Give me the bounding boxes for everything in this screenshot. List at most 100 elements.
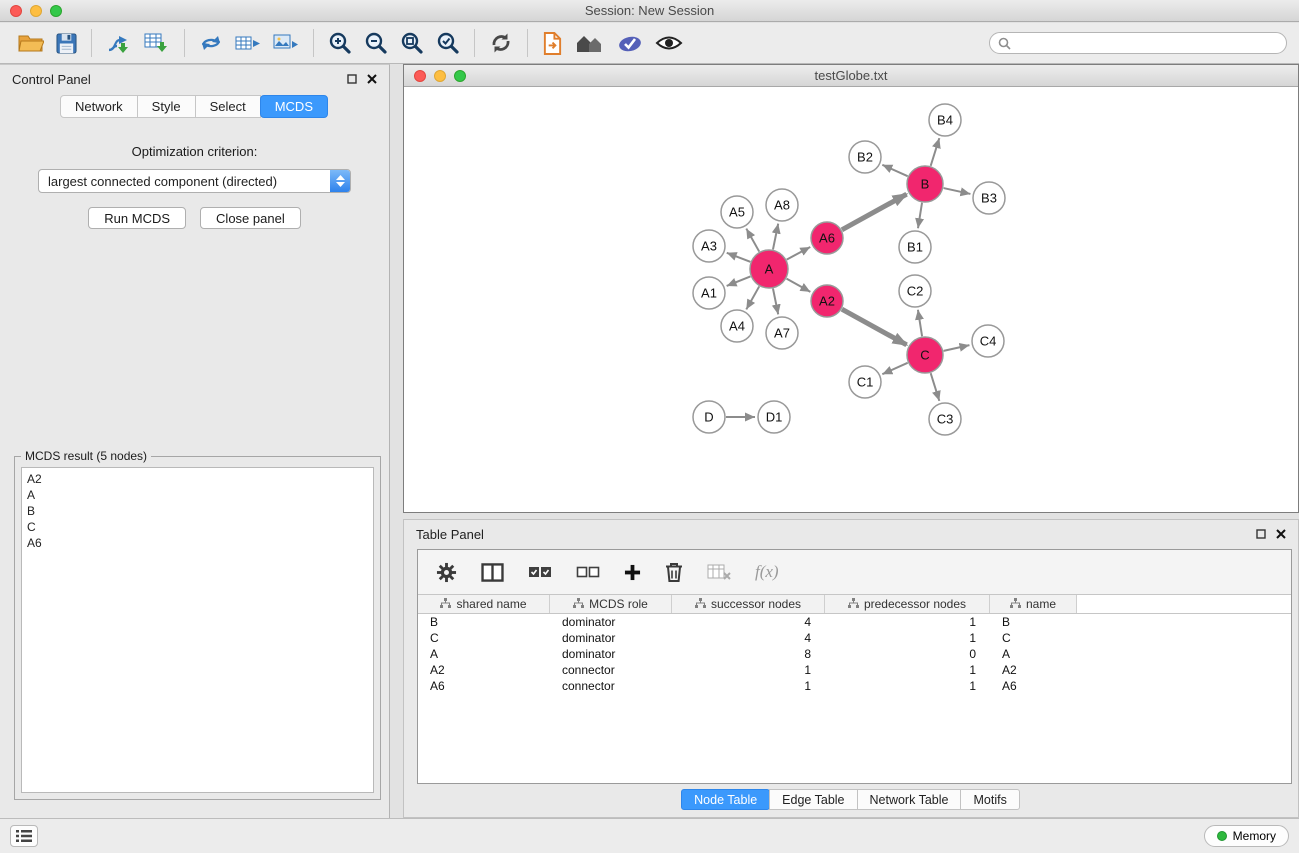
table-row[interactable]: A6connector11A6 [418, 678, 1291, 694]
column-header-successor-nodes[interactable]: successor nodes [672, 595, 825, 613]
edge-C-C2[interactable] [918, 310, 922, 336]
edge-A6-B[interactable] [842, 194, 907, 230]
column-header-name[interactable]: name [990, 595, 1077, 613]
search-box[interactable] [989, 32, 1287, 54]
style-check-button[interactable] [611, 29, 649, 57]
mcds-result-list[interactable]: A2ABCA6 [21, 467, 374, 793]
run-mcds-button[interactable]: Run MCDS [88, 207, 186, 229]
zoom-fit-button[interactable] [394, 28, 430, 58]
edge-A-A4[interactable] [746, 286, 759, 309]
edge-C-C3[interactable] [931, 373, 940, 401]
show-graphics-details-button[interactable] [649, 31, 689, 55]
network-canvas[interactable]: A A1 A2 A3 A4 A5 A6 A7 A8 B B1 B2 B3 B4 C C1 C2 C3 C4 D D1 [404, 88, 1298, 512]
zoom-window-button[interactable] [50, 5, 62, 17]
node-A4[interactable]: A4 [721, 310, 753, 342]
network-close-button[interactable] [414, 70, 426, 82]
home-button[interactable] [569, 29, 611, 57]
edge-B-B1[interactable] [918, 203, 922, 228]
tab-select[interactable]: Select [195, 95, 261, 118]
control-panel-close-icon[interactable] [367, 74, 377, 84]
zoom-out-button[interactable] [358, 28, 394, 58]
node-B1[interactable]: B1 [899, 231, 931, 263]
refresh-view-button[interactable] [483, 28, 519, 58]
node-B4[interactable]: B4 [929, 104, 961, 136]
show-columns-button[interactable] [479, 561, 506, 584]
table-row[interactable]: Bdominator41B [418, 614, 1291, 630]
tab-network-table[interactable]: Network Table [857, 789, 962, 810]
node-B2[interactable]: B2 [849, 141, 881, 173]
edge-A-A2[interactable] [787, 279, 811, 292]
edge-A2-C[interactable] [842, 309, 907, 345]
edge-C-C4[interactable] [944, 345, 970, 351]
tab-style[interactable]: Style [137, 95, 196, 118]
node-C4[interactable]: C4 [972, 325, 1004, 357]
edge-A-A6[interactable] [787, 247, 811, 260]
node-C[interactable]: C [907, 337, 943, 373]
export-network-button[interactable] [193, 29, 229, 57]
close-window-button[interactable] [10, 5, 22, 17]
edge-C-C1[interactable] [882, 363, 907, 374]
node-A1[interactable]: A1 [693, 277, 725, 309]
network-minimize-button[interactable] [434, 70, 446, 82]
column-header-shared-name[interactable]: shared name [418, 595, 550, 613]
memory-button[interactable]: Memory [1204, 825, 1289, 847]
edge-A-A1[interactable] [727, 276, 751, 286]
node-A5[interactable]: A5 [721, 196, 753, 228]
node-C3[interactable]: C3 [929, 403, 961, 435]
table-settings-button[interactable] [434, 560, 459, 585]
column-header-predecessor-nodes[interactable]: predecessor nodes [825, 595, 990, 613]
table-row[interactable]: Cdominator41C [418, 630, 1291, 646]
table-row[interactable]: Adominator80A [418, 646, 1291, 662]
tab-network[interactable]: Network [60, 95, 138, 118]
column-header-mcds-role[interactable]: MCDS role [550, 595, 672, 613]
delete-table-button[interactable] [705, 561, 733, 583]
table-row[interactable]: A2connector11A2 [418, 662, 1291, 678]
node-B[interactable]: B [907, 166, 943, 202]
delete-row-button[interactable] [663, 560, 685, 584]
edge-B-B2[interactable] [882, 165, 907, 176]
control-panel-float-icon[interactable] [347, 74, 357, 84]
node-A2[interactable]: A2 [811, 285, 843, 317]
node-A3[interactable]: A3 [693, 230, 725, 262]
edge-A-A7[interactable] [773, 289, 778, 315]
save-session-button[interactable] [50, 30, 83, 57]
minimize-window-button[interactable] [30, 5, 42, 17]
node-D1[interactable]: D1 [758, 401, 790, 433]
import-table-button[interactable] [138, 29, 176, 57]
node-D[interactable]: D [693, 401, 725, 433]
close-panel-button[interactable]: Close panel [200, 207, 301, 229]
zoom-in-button[interactable] [322, 28, 358, 58]
task-history-button[interactable] [10, 825, 38, 847]
node-A6[interactable]: A6 [811, 222, 843, 254]
tab-motifs[interactable]: Motifs [960, 789, 1019, 810]
edge-B-B3[interactable] [944, 188, 971, 194]
node-B3[interactable]: B3 [973, 182, 1005, 214]
tab-mcds[interactable]: MCDS [260, 95, 328, 118]
node-A8[interactable]: A8 [766, 189, 798, 221]
add-row-button[interactable] [622, 562, 643, 583]
node-C2[interactable]: C2 [899, 275, 931, 307]
table-panel-close-icon[interactable] [1276, 529, 1286, 539]
tab-edge-table[interactable]: Edge Table [769, 789, 857, 810]
edge-B-B4[interactable] [931, 138, 940, 166]
export-image-button[interactable] [267, 29, 305, 57]
network-zoom-button[interactable] [454, 70, 466, 82]
select-all-button[interactable] [526, 563, 554, 581]
open-session-file-button[interactable] [536, 29, 569, 58]
table-panel-float-icon[interactable] [1256, 529, 1266, 539]
import-network-button[interactable] [100, 29, 138, 57]
node-A7[interactable]: A7 [766, 317, 798, 349]
search-input[interactable] [1016, 36, 1278, 50]
node-A[interactable]: A [750, 250, 788, 288]
function-builder-button[interactable]: f(x) [753, 560, 781, 584]
criterion-dropdown[interactable]: largest connected component (directed) [38, 169, 351, 193]
open-file-button[interactable] [12, 30, 50, 56]
tab-node-table[interactable]: Node Table [681, 789, 770, 810]
edge-A-A8[interactable] [773, 224, 778, 250]
zoom-selected-button[interactable] [430, 28, 466, 58]
unselect-all-button[interactable] [574, 563, 602, 581]
node-C1[interactable]: C1 [849, 366, 881, 398]
edge-A-A3[interactable] [727, 253, 751, 262]
edge-A-A5[interactable] [746, 229, 759, 252]
export-table-button[interactable] [229, 29, 267, 57]
